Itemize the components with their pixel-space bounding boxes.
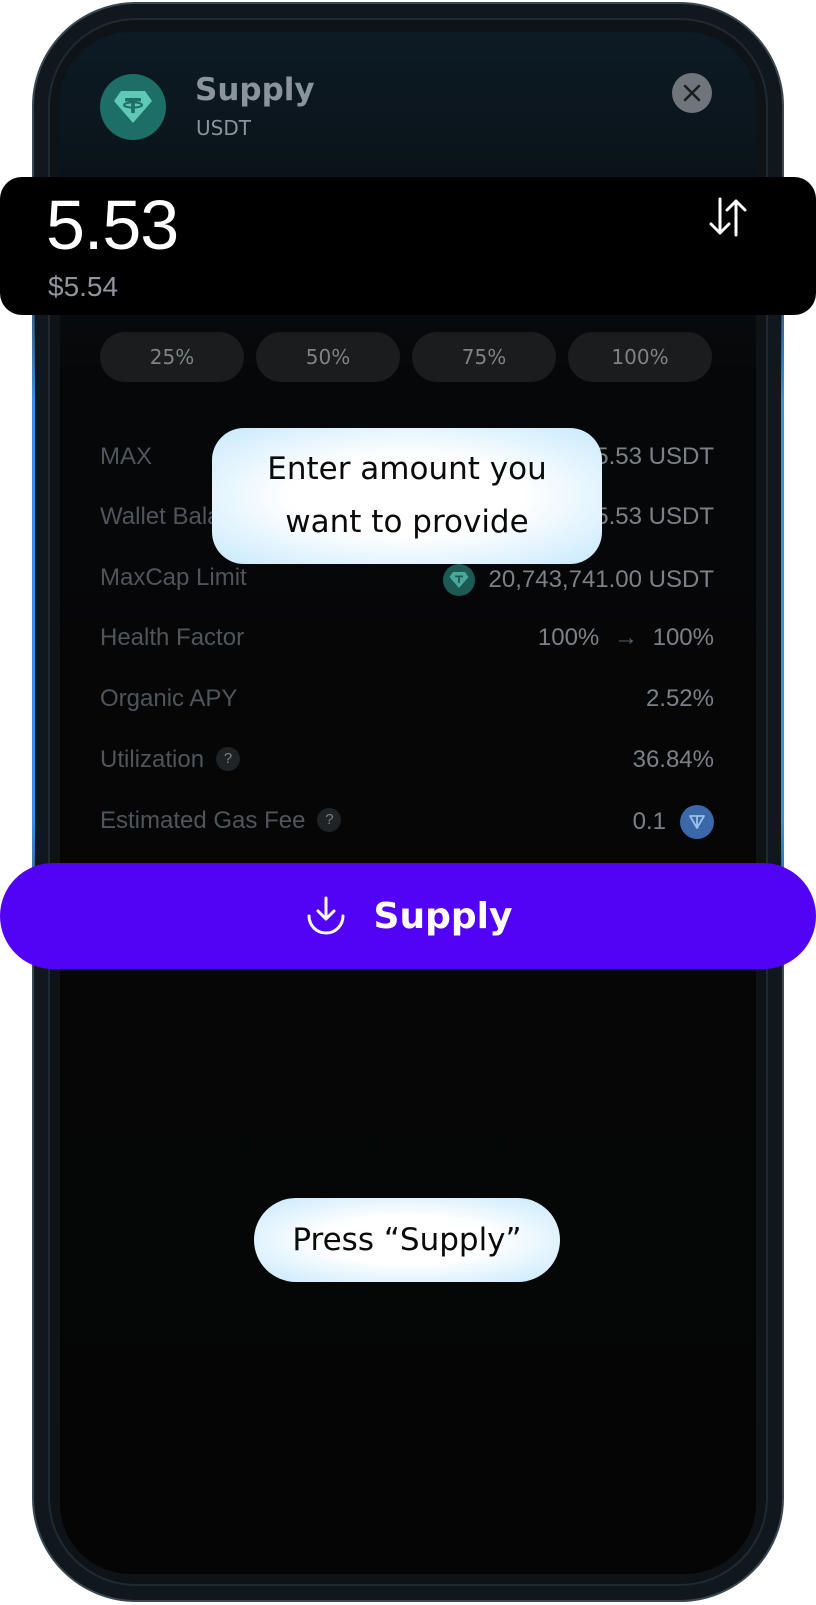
gas-fee-label: Estimated Gas Fee bbox=[100, 807, 306, 834]
token-subtitle: USDT bbox=[196, 116, 251, 140]
usdt-icon bbox=[100, 74, 166, 140]
maxcap-value: 20,743,741.00 USDT bbox=[488, 566, 714, 593]
screen-edge-glow-left bbox=[32, 260, 35, 960]
supply-button[interactable]: Supply bbox=[0, 863, 816, 969]
max-label: MAX bbox=[100, 443, 153, 470]
amount-hint-tooltip: Enter amount you want to provide bbox=[212, 428, 602, 564]
arrow-right-icon: → bbox=[613, 624, 638, 651]
utilization-row: Utilization? bbox=[100, 746, 241, 774]
close-icon bbox=[683, 84, 701, 102]
health-factor-to: 100% bbox=[652, 624, 714, 651]
max-value: 5.53 USDT bbox=[595, 443, 714, 470]
percent-75-button[interactable]: 75% bbox=[412, 332, 556, 382]
supply-button-label: Supply bbox=[373, 895, 513, 937]
percent-50-button[interactable]: 50% bbox=[256, 332, 400, 382]
gas-fee-row-value: 0.1 bbox=[633, 805, 714, 839]
utilization-value: 36.84% bbox=[632, 746, 714, 773]
percent-100-button[interactable]: 100% bbox=[568, 332, 712, 382]
swap-arrows-icon[interactable] bbox=[706, 195, 750, 239]
maxcap-label: MaxCap Limit bbox=[100, 564, 247, 591]
download-icon bbox=[307, 896, 345, 935]
maxcap-row-value: 20,743,741.00 USDT bbox=[442, 564, 714, 596]
ton-icon bbox=[680, 805, 714, 839]
page-title: Supply bbox=[195, 72, 315, 108]
utilization-label: Utilization bbox=[100, 746, 205, 773]
gas-fee-value: 0.1 bbox=[632, 808, 666, 835]
usdt-small-icon bbox=[442, 564, 475, 596]
amount-input-panel[interactable]: 5.53 $5.54 bbox=[0, 177, 816, 315]
organic-apy-label: Organic APY bbox=[100, 685, 238, 712]
help-icon[interactable]: ? bbox=[216, 746, 241, 771]
press-hint-tooltip: Press “Supply” bbox=[254, 1198, 560, 1282]
health-factor-label: Health Factor bbox=[100, 624, 245, 651]
amount-input[interactable]: 5.53 bbox=[46, 185, 179, 265]
amount-usd-value: $5.54 bbox=[48, 271, 119, 302]
percent-25-button[interactable]: 25% bbox=[100, 332, 244, 382]
health-factor-from: 100% bbox=[537, 624, 600, 651]
close-button[interactable] bbox=[672, 73, 712, 113]
amount-hint-line2: want to provide bbox=[285, 504, 529, 540]
health-factor-value: 100% → 100% bbox=[538, 624, 714, 652]
help-icon[interactable]: ? bbox=[317, 807, 342, 832]
amount-hint-line1: Enter amount you bbox=[267, 451, 547, 487]
organic-apy-value: 2.52% bbox=[645, 685, 714, 712]
wallet-balance-value: 5.53 USDT bbox=[595, 503, 714, 530]
screen-edge-glow-right bbox=[781, 260, 784, 960]
gas-fee-row: Estimated Gas Fee? bbox=[100, 807, 342, 835]
